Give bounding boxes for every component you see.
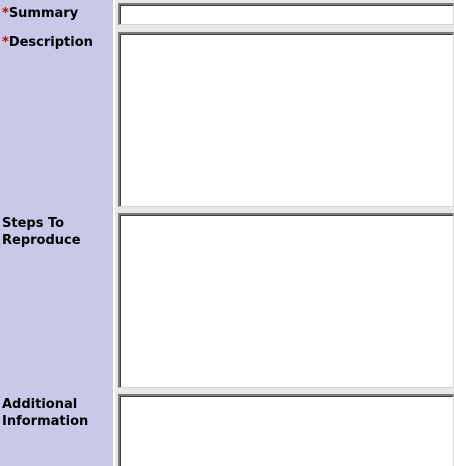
description-row: *Description (0, 29, 454, 210)
required-marker: * (2, 6, 9, 21)
summary-field-cell (115, 0, 454, 29)
steps-label: Steps To Reproduce (2, 216, 81, 248)
additional-label: Additional Information (2, 397, 89, 429)
steps-textarea[interactable] (118, 213, 454, 388)
description-label-cell: *Description (0, 29, 113, 210)
summary-label: Summary (8, 6, 79, 21)
bug-report-form: *Summary *Description Steps To Reproduce… (0, 0, 454, 466)
description-label: Description (8, 35, 93, 50)
additional-row: Additional Information (0, 391, 454, 466)
steps-label-cell: Steps To Reproduce (0, 210, 113, 391)
additional-label-cell: Additional Information (0, 391, 113, 466)
summary-input[interactable] (118, 3, 454, 25)
description-textarea[interactable] (118, 32, 454, 207)
additional-textarea[interactable] (118, 394, 454, 466)
required-marker: * (2, 35, 9, 50)
steps-field-cell (115, 210, 454, 391)
summary-row: *Summary (0, 0, 454, 29)
steps-row: Steps To Reproduce (0, 210, 454, 391)
description-field-cell (115, 29, 454, 210)
additional-field-cell (115, 391, 454, 466)
summary-label-cell: *Summary (0, 0, 113, 29)
